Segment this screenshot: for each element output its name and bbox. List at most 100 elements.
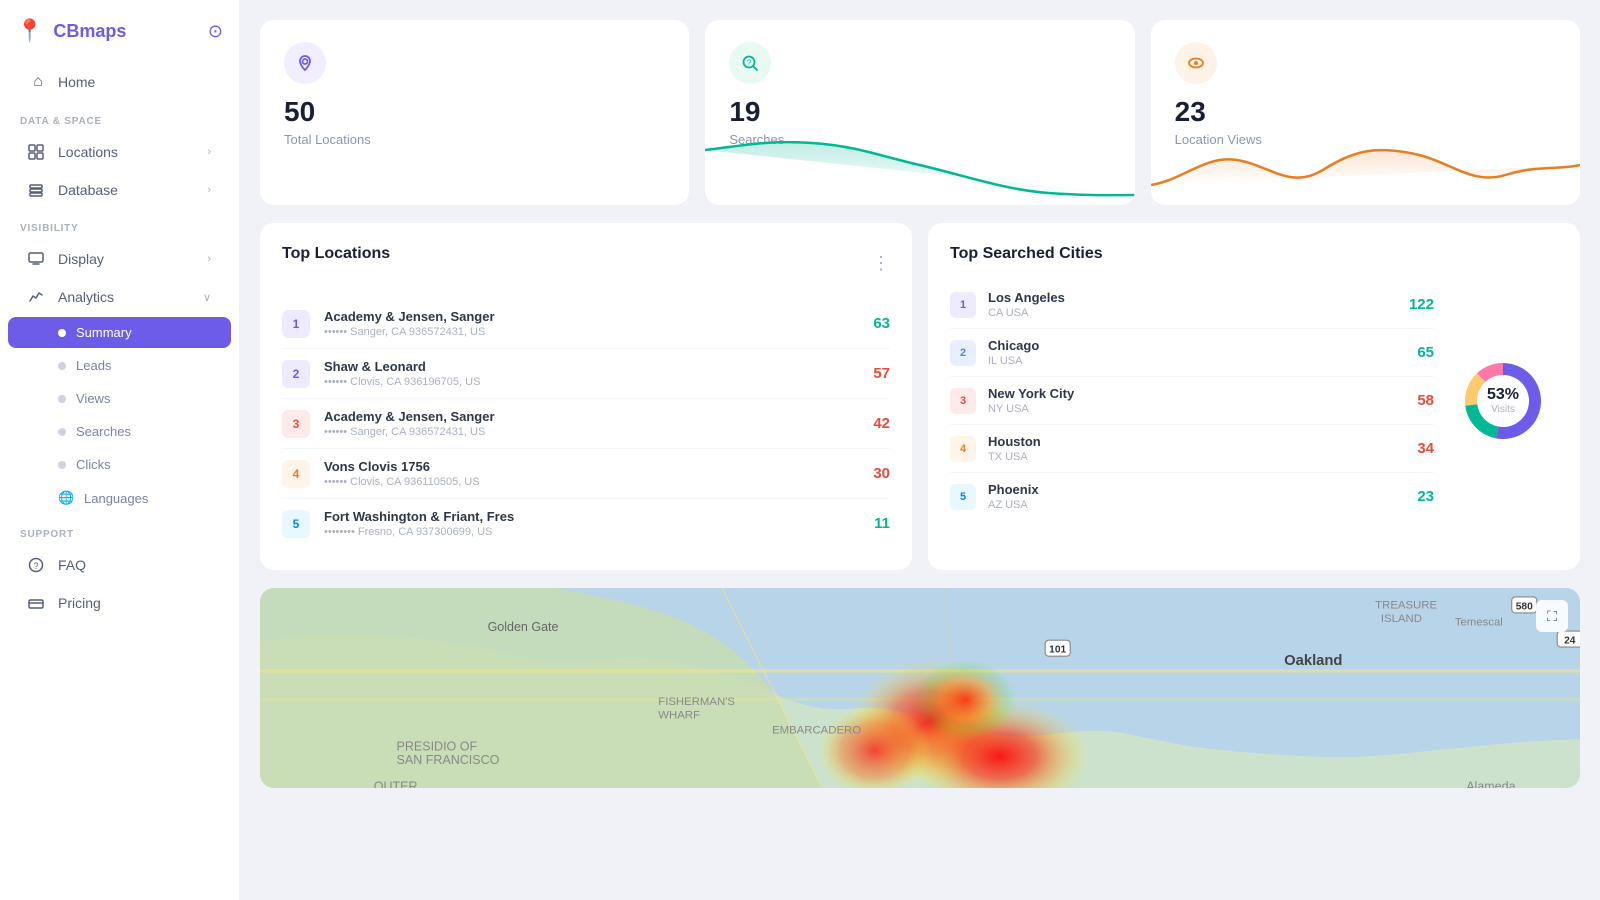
top-cities-title: Top Searched Cities bbox=[950, 245, 1558, 263]
sidebar-item-faq-label: FAQ bbox=[58, 557, 86, 573]
city-count: 34 bbox=[1417, 440, 1434, 457]
city-name: Los Angeles bbox=[988, 290, 1397, 305]
sidebar-item-locations[interactable]: Locations › bbox=[8, 134, 231, 170]
svg-text:OUTER: OUTER bbox=[374, 779, 418, 788]
analytics-icon bbox=[28, 289, 48, 305]
section-label-support: SUPPORT bbox=[0, 515, 239, 546]
location-count: 11 bbox=[874, 515, 890, 532]
sidebar-item-clicks[interactable]: Clicks bbox=[8, 449, 231, 480]
city-rank-badge: 3 bbox=[950, 388, 976, 414]
donut-percent: 53% bbox=[1487, 386, 1519, 404]
sidebar-item-home[interactable]: ⌂ Home bbox=[8, 63, 231, 101]
location-addr: •••••• Sanger, CA 936572431, US bbox=[324, 426, 859, 438]
faq-icon: ? bbox=[28, 557, 48, 573]
sidebar-item-languages[interactable]: 🌐 Languages bbox=[8, 482, 231, 514]
location-addr: •••••••• Fresno, CA 937300699, US bbox=[324, 526, 860, 538]
sidebar-item-display[interactable]: Display › bbox=[8, 241, 231, 277]
donut-sublabel: Visits bbox=[1487, 404, 1519, 415]
stat-label-locations: Total Locations bbox=[284, 132, 665, 147]
stat-card-searches: ? 19 Searches bbox=[705, 20, 1134, 205]
location-name: Academy & Jensen, Sanger bbox=[324, 409, 859, 424]
donut-center-label: 53% Visits bbox=[1487, 386, 1519, 415]
city-count: 23 bbox=[1417, 488, 1434, 505]
svg-text:?: ? bbox=[747, 59, 752, 68]
stat-number-locations: 50 bbox=[284, 96, 665, 128]
city-name: Houston bbox=[988, 434, 1405, 449]
location-rank-badge: 3 bbox=[282, 410, 310, 438]
location-count: 42 bbox=[873, 415, 890, 432]
sidebar-item-languages-label: Languages bbox=[84, 491, 148, 506]
sidebar-item-display-label: Display bbox=[58, 251, 104, 267]
city-info: Los Angeles CA USA bbox=[988, 290, 1397, 319]
location-count: 30 bbox=[873, 465, 890, 482]
app-name: CBmaps bbox=[53, 21, 126, 42]
sidebar-item-home-label: Home bbox=[58, 74, 95, 90]
sidebar-item-pricing-label: Pricing bbox=[58, 595, 101, 611]
leads-dot bbox=[58, 362, 66, 370]
sidebar-item-database[interactable]: Database › bbox=[8, 172, 231, 208]
sidebar-item-leads[interactable]: Leads bbox=[8, 350, 231, 381]
top-locations-header: Top Locations ⋮ bbox=[282, 245, 890, 281]
city-region: AZ USA bbox=[988, 499, 1405, 511]
sidebar-item-analytics[interactable]: Analytics ∨ bbox=[8, 279, 231, 315]
svg-text:ISLAND: ISLAND bbox=[1381, 613, 1422, 625]
sidebar: 📍 CBmaps ⊙ ⌂ Home DATA & SPACE Locations… bbox=[0, 0, 240, 900]
top-locations-card: Top Locations ⋮ 1 Academy & Jensen, Sang… bbox=[260, 223, 912, 570]
city-rank-badge: 1 bbox=[950, 292, 976, 318]
city-item: 2 Chicago IL USA 65 bbox=[950, 329, 1434, 377]
sidebar-item-summary[interactable]: Summary bbox=[8, 317, 231, 348]
location-rank-badge: 1 bbox=[282, 310, 310, 338]
sidebar-item-searches[interactable]: Searches bbox=[8, 416, 231, 447]
top-locations-menu-icon[interactable]: ⋮ bbox=[872, 253, 890, 274]
location-item: 4 Vons Clovis 1756 •••••• Clovis, CA 936… bbox=[282, 449, 890, 499]
city-item: 1 Los Angeles CA USA 122 bbox=[950, 281, 1434, 329]
location-item: 2 Shaw & Leonard •••••• Clovis, CA 93619… bbox=[282, 349, 890, 399]
section-label-visibility: VISIBILITY bbox=[0, 209, 239, 240]
top-locations-title: Top Locations bbox=[282, 245, 390, 263]
city-info: Phoenix AZ USA bbox=[988, 482, 1405, 511]
section-label-data: DATA & SPACE bbox=[0, 102, 239, 133]
logo-pin-icon: 📍 bbox=[16, 18, 43, 44]
sidebar-item-views[interactable]: Views bbox=[8, 383, 231, 414]
svg-text:TREASURE: TREASURE bbox=[1375, 599, 1437, 611]
locations-icon bbox=[28, 144, 48, 160]
views-dot bbox=[58, 395, 66, 403]
display-icon bbox=[28, 251, 48, 267]
city-rank-badge: 4 bbox=[950, 436, 976, 462]
stats-row: 50 Total Locations ? 19 Searches bbox=[260, 20, 1580, 205]
svg-text:FISHERMAN'S: FISHERMAN'S bbox=[658, 696, 735, 708]
location-count: 57 bbox=[873, 365, 890, 382]
summary-dot bbox=[58, 329, 66, 337]
city-info: Chicago IL USA bbox=[988, 338, 1405, 367]
svg-text:101: 101 bbox=[1049, 645, 1066, 656]
city-rank-badge: 2 bbox=[950, 340, 976, 366]
city-item: 5 Phoenix AZ USA 23 bbox=[950, 473, 1434, 520]
svg-text:PRESIDIO OF: PRESIDIO OF bbox=[397, 740, 478, 754]
searches-chart bbox=[705, 135, 1134, 205]
city-count: 58 bbox=[1417, 392, 1434, 409]
city-item: 4 Houston TX USA 34 bbox=[950, 425, 1434, 473]
location-info: Academy & Jensen, Sanger •••••• Sanger, … bbox=[324, 309, 859, 338]
searches-dot bbox=[58, 428, 66, 436]
sidebar-item-faq[interactable]: ? FAQ bbox=[8, 547, 231, 583]
sidebar-item-leads-label: Leads bbox=[76, 358, 111, 373]
svg-text:580: 580 bbox=[1516, 601, 1533, 612]
location-item: 5 Fort Washington & Friant, Fres •••••••… bbox=[282, 499, 890, 548]
city-name: Phoenix bbox=[988, 482, 1405, 497]
sidebar-item-clicks-label: Clicks bbox=[76, 457, 111, 472]
city-count: 65 bbox=[1417, 344, 1434, 361]
location-info: Academy & Jensen, Sanger •••••• Sanger, … bbox=[324, 409, 859, 438]
svg-text:Golden Gate: Golden Gate bbox=[488, 620, 559, 634]
map-background: Golden Gate FISHERMAN'S WHARF EMBARCADER… bbox=[260, 588, 1580, 788]
map-section: Golden Gate FISHERMAN'S WHARF EMBARCADER… bbox=[260, 588, 1580, 788]
sidebar-item-pricing[interactable]: Pricing bbox=[8, 585, 231, 621]
map-expand-button[interactable]: ⛶ bbox=[1536, 600, 1568, 632]
location-addr: •••••• Clovis, CA 936110505, US bbox=[324, 476, 859, 488]
svg-text:EMBARCADERO: EMBARCADERO bbox=[772, 725, 861, 737]
sidebar-item-analytics-label: Analytics bbox=[58, 289, 114, 305]
svg-text:Temescal: Temescal bbox=[1455, 616, 1503, 628]
sidebar-item-searches-label: Searches bbox=[76, 424, 131, 439]
settings-icon[interactable]: ⊙ bbox=[208, 21, 223, 42]
main-content: 50 Total Locations ? 19 Searches bbox=[240, 0, 1600, 900]
top-cities-card: Top Searched Cities 1 Los Angeles CA USA… bbox=[928, 223, 1580, 570]
